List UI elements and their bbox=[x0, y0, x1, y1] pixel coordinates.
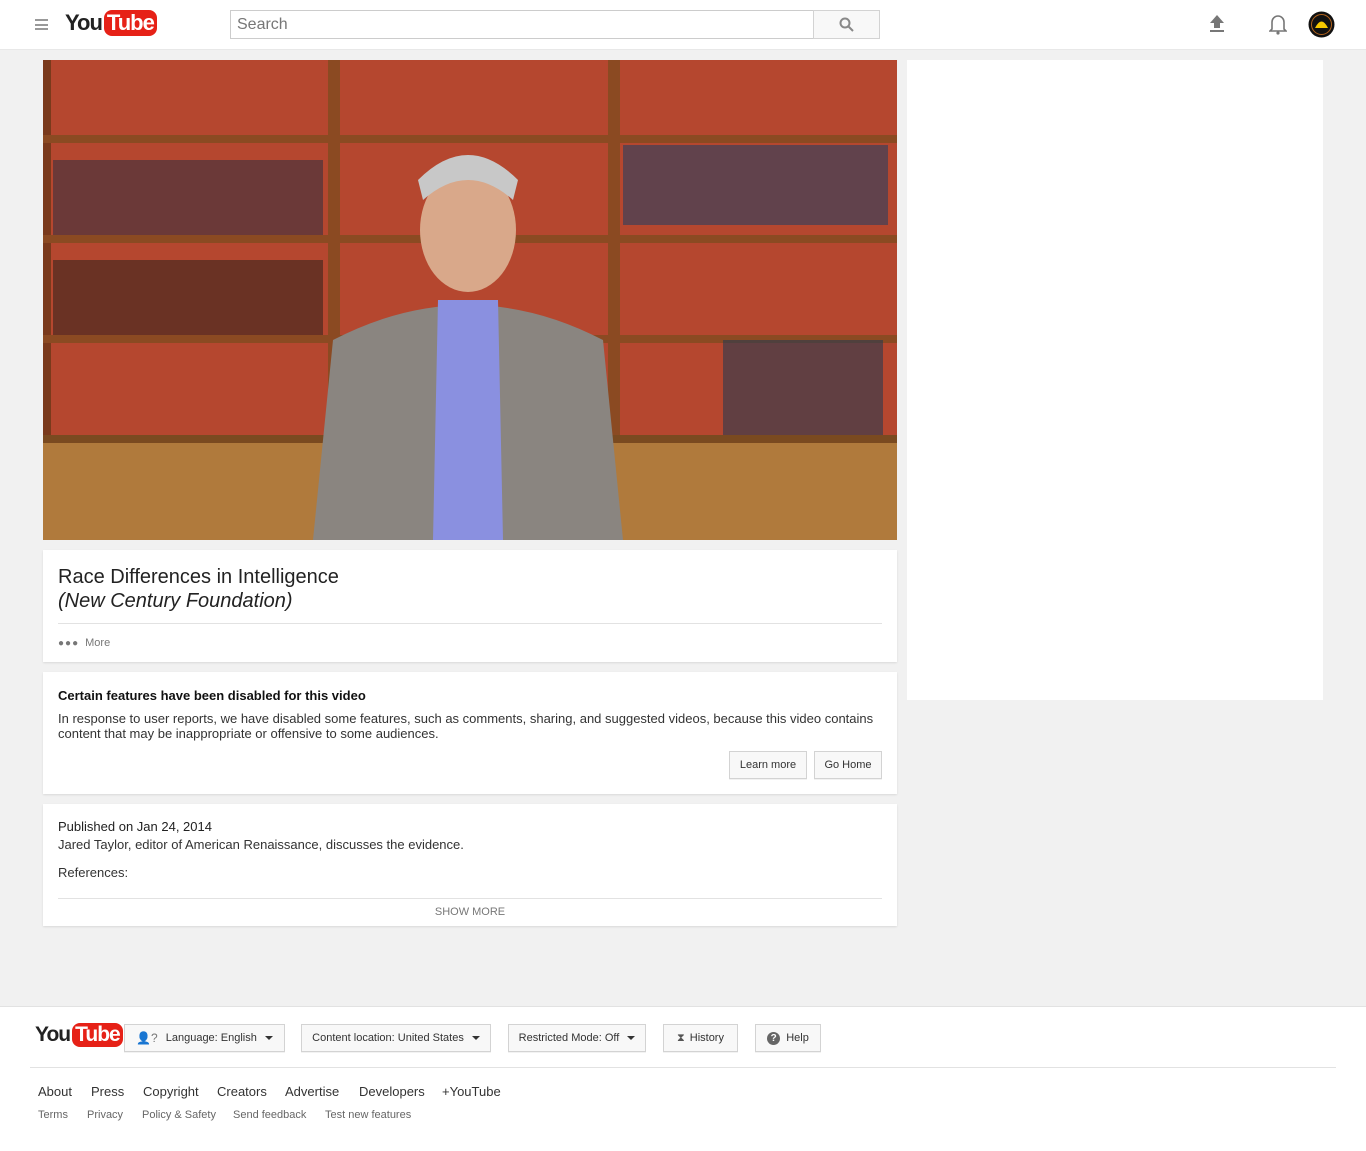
avatar[interactable] bbox=[1308, 11, 1335, 38]
show-more-button[interactable]: SHOW MORE bbox=[43, 906, 897, 918]
bell-icon[interactable] bbox=[1269, 13, 1287, 35]
footer-youtube-logo[interactable]: You Tube bbox=[35, 1023, 123, 1047]
disabled-features-notice: Certain features have been disabled for … bbox=[43, 672, 897, 794]
content-location-dropdown[interactable]: Content location: United States bbox=[301, 1024, 491, 1052]
sidebar-empty-panel bbox=[907, 60, 1323, 700]
logo-tube: Tube bbox=[103, 10, 157, 36]
video-player[interactable] bbox=[43, 60, 897, 540]
caret-down-icon bbox=[627, 1036, 636, 1040]
description-card: Published on Jan 24, 2014 Jared Taylor, … bbox=[43, 804, 897, 926]
footer-link-plus-youtube[interactable]: +YouTube bbox=[442, 1084, 501, 1099]
more-dots-icon: ●●● bbox=[58, 637, 80, 649]
language-dropdown[interactable]: 👤? Language: English bbox=[124, 1024, 285, 1052]
description-line: Jared Taylor, editor of American Renaiss… bbox=[58, 837, 464, 852]
footer-link-terms[interactable]: Terms bbox=[38, 1109, 68, 1121]
restricted-label: Restricted Mode: Off bbox=[518, 1032, 620, 1044]
more-label: More bbox=[85, 637, 111, 649]
hamburger-menu-icon[interactable] bbox=[35, 19, 48, 30]
upload-icon[interactable] bbox=[1209, 15, 1225, 33]
publish-date: Published on Jan 24, 2014 bbox=[58, 819, 212, 834]
video-title: Race Differences in Intelligence bbox=[58, 566, 339, 588]
notice-heading: Certain features have been disabled for … bbox=[58, 688, 366, 703]
search-button[interactable] bbox=[813, 10, 880, 39]
language-label: Language: English bbox=[165, 1032, 257, 1044]
youtube-logo[interactable]: You Tube bbox=[65, 10, 157, 36]
learn-more-button[interactable]: Learn more bbox=[729, 751, 807, 779]
history-label: History bbox=[689, 1032, 724, 1044]
video-frame-image bbox=[43, 60, 897, 540]
video-subtitle: (New Century Foundation) bbox=[58, 590, 293, 612]
history-button[interactable]: ⧗ History bbox=[663, 1024, 738, 1052]
footer-link-policy-safety[interactable]: Policy & Safety bbox=[142, 1109, 216, 1121]
top-header: You Tube Search bbox=[0, 0, 1366, 50]
footer: You Tube 👤? Language: English Content loca… bbox=[0, 1006, 1366, 1151]
restricted-mode-dropdown[interactable]: Restricted Mode: Off bbox=[508, 1024, 646, 1052]
logo-you: You bbox=[65, 10, 103, 35]
footer-link-copyright[interactable]: Copyright bbox=[143, 1084, 199, 1099]
divider bbox=[58, 623, 882, 624]
hourglass-icon: ⧗ bbox=[677, 1031, 685, 1044]
search-input[interactable]: Search bbox=[230, 10, 814, 39]
divider bbox=[58, 898, 882, 899]
logo-you: You bbox=[35, 1023, 71, 1046]
notice-body: In response to user reports, we have dis… bbox=[58, 711, 874, 741]
footer-link-developers[interactable]: Developers bbox=[359, 1084, 425, 1099]
footer-link-about[interactable]: About bbox=[38, 1084, 72, 1099]
caret-down-icon bbox=[471, 1036, 480, 1040]
more-button[interactable]: ●●● More bbox=[58, 637, 110, 649]
description-references: References: bbox=[58, 865, 129, 880]
language-icon: 👤? bbox=[136, 1031, 158, 1045]
location-label: Content location: United States bbox=[312, 1032, 464, 1044]
go-home-button[interactable]: Go Home bbox=[814, 751, 882, 779]
video-info-card: Race Differences in Intelligence (New Ce… bbox=[43, 550, 897, 662]
footer-link-advertise[interactable]: Advertise bbox=[285, 1084, 339, 1099]
footer-link-test-features[interactable]: Test new features bbox=[325, 1109, 411, 1121]
search-icon bbox=[839, 17, 854, 32]
logo-tube: Tube bbox=[72, 1023, 123, 1047]
footer-link-creators[interactable]: Creators bbox=[217, 1084, 267, 1099]
footer-link-press[interactable]: Press bbox=[91, 1084, 124, 1099]
help-icon: ? bbox=[767, 1031, 781, 1045]
footer-link-privacy[interactable]: Privacy bbox=[87, 1109, 123, 1121]
footer-link-send-feedback[interactable]: Send feedback bbox=[233, 1109, 306, 1121]
help-button[interactable]: ? Help bbox=[755, 1024, 821, 1052]
help-label: Help bbox=[786, 1032, 809, 1044]
divider bbox=[30, 1067, 1336, 1068]
caret-down-icon bbox=[264, 1036, 273, 1040]
